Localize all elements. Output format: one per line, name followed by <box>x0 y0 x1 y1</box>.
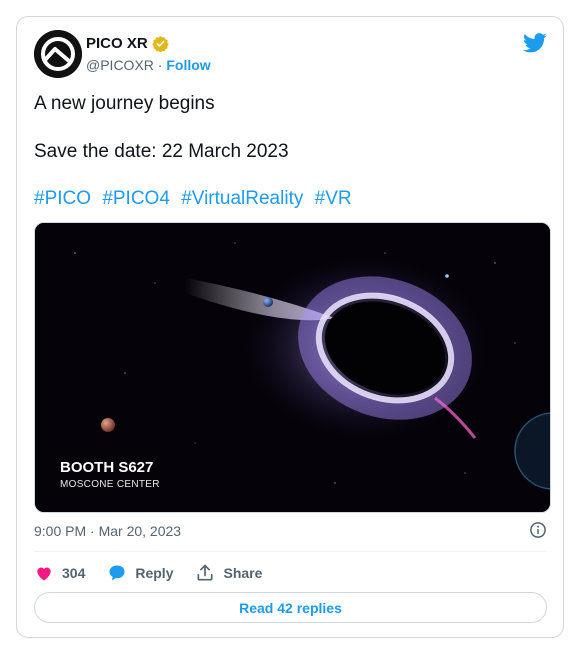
hashtag-link[interactable]: #VirtualReality <box>181 188 303 209</box>
twitter-bird-icon[interactable] <box>523 33 547 53</box>
tweet-actions: 304 Reply Share <box>34 563 284 583</box>
hashtag-link[interactable]: #PICO <box>34 188 91 209</box>
share-button[interactable]: Share <box>195 563 262 583</box>
divider <box>34 551 546 552</box>
reply-button[interactable]: Reply <box>107 563 173 583</box>
reply-bubble-icon <box>109 565 125 581</box>
hashtags: #PICO #PICO4 #VirtualReality #VR <box>34 188 358 210</box>
author-name[interactable]: PICO XR <box>86 35 148 52</box>
tweet-card: PICO XR @PICOXR · Follow A new journey b… <box>16 16 564 638</box>
hashtag-link[interactable]: #VR <box>315 188 352 209</box>
share-label: Share <box>223 565 263 581</box>
reply-label: Reply <box>135 565 174 581</box>
author-handle-row: @PICOXR · Follow <box>86 57 211 73</box>
pico-logo-icon <box>34 30 82 78</box>
heart-icon <box>37 567 51 581</box>
tweet-media-image[interactable]: BOOTH S627 MOSCONE CENTER <box>34 222 551 513</box>
handle-separator: · <box>157 57 163 73</box>
info-icon[interactable] <box>529 521 547 539</box>
tweet-text-line-1: A new journey begins <box>34 93 215 114</box>
follow-button[interactable]: Follow <box>166 57 210 73</box>
tweet-text-line-2: Save the date: 22 March 2023 <box>34 141 289 162</box>
booth-subtitle: MOSCONE CENTER <box>60 479 160 490</box>
like-count: 304 <box>62 565 86 581</box>
hashtag-link[interactable]: #PICO4 <box>102 188 170 209</box>
share-icon <box>197 564 213 581</box>
avatar[interactable] <box>34 30 82 78</box>
tweet-timestamp[interactable]: 9:00 PM · Mar 20, 2023 <box>34 523 181 539</box>
booth-title: BOOTH S627 <box>60 459 154 476</box>
author-name-row: PICO XR <box>86 35 169 52</box>
like-button[interactable]: 304 <box>34 563 85 583</box>
verified-badge-icon <box>151 36 169 52</box>
author-handle[interactable]: @PICOXR <box>86 57 154 73</box>
read-replies-button[interactable]: Read 42 replies <box>34 592 547 623</box>
